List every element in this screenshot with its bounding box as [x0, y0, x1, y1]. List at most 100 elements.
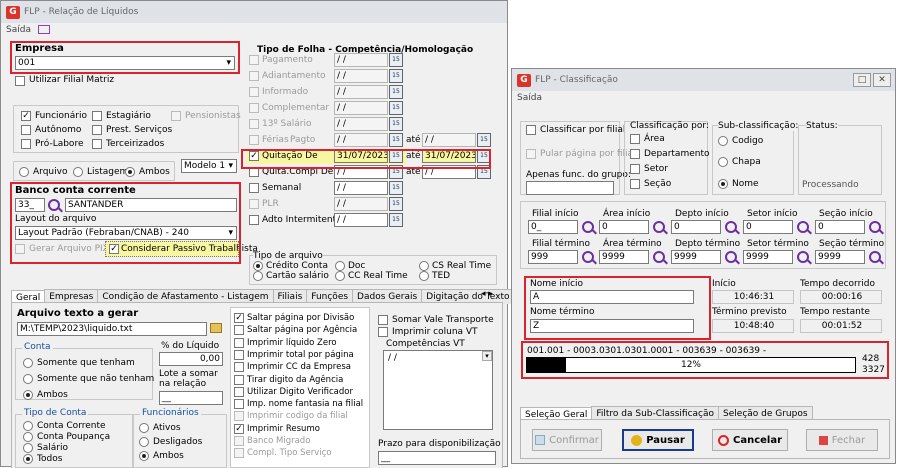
- autonomo-checkbox[interactable]: [21, 125, 31, 135]
- nome-inicio-input[interactable]: A: [530, 290, 694, 304]
- folha-checkbox[interactable]: ✓: [249, 151, 259, 161]
- todos-radio[interactable]: [23, 454, 33, 464]
- range-start-input[interactable]: 0_: [528, 220, 578, 234]
- calendar-icon[interactable]: 15: [389, 213, 403, 227]
- listagem-radio[interactable]: [73, 167, 83, 177]
- maximize-button[interactable]: □: [853, 73, 871, 87]
- range-start-input[interactable]: 0: [743, 220, 793, 234]
- opcao-checkbox[interactable]: [234, 399, 244, 410]
- search-icon[interactable]: [869, 251, 881, 263]
- folder-icon[interactable]: [210, 323, 222, 333]
- search-icon[interactable]: [653, 221, 665, 233]
- modelo-select[interactable]: Modelo 1 ▾: [181, 159, 237, 173]
- opcao-checkbox[interactable]: ✓: [234, 313, 244, 323]
- cs-real-time-radio[interactable]: [419, 261, 429, 271]
- credito-conta-radio[interactable]: [253, 261, 263, 271]
- doc-radio[interactable]: [335, 261, 345, 271]
- calendar-icon[interactable]: 15: [389, 165, 403, 179]
- calendar-icon[interactable]: 15: [389, 197, 403, 211]
- comp-vt-list[interactable]: / /: [383, 350, 493, 430]
- opcao-checkbox[interactable]: [234, 386, 244, 397]
- folha-date-input[interactable]: / /: [334, 165, 388, 179]
- pro-labore-checkbox[interactable]: [21, 139, 31, 149]
- calendar-icon[interactable]: 15: [477, 149, 491, 163]
- range-end-input[interactable]: 9999: [599, 250, 649, 264]
- range-start-input[interactable]: 0: [815, 220, 865, 234]
- folha-checkbox[interactable]: [249, 215, 259, 225]
- estagiario-checkbox[interactable]: [92, 111, 102, 121]
- search-icon[interactable]: [725, 251, 737, 263]
- conta-poupanca-radio[interactable]: [23, 432, 33, 442]
- search-icon[interactable]: [797, 251, 809, 263]
- filial-matriz-checkbox[interactable]: [15, 76, 25, 86]
- folha-checkbox[interactable]: [249, 199, 259, 209]
- arquivo-radio[interactable]: [19, 167, 29, 177]
- cartao-salario-radio[interactable]: [253, 271, 263, 281]
- fechar-button[interactable]: Fechar: [806, 429, 878, 451]
- opcao-checkbox[interactable]: [234, 436, 244, 446]
- arquivo-path-input[interactable]: M:\TEMP\2023\liquido.txt: [17, 322, 207, 336]
- calendar-icon[interactable]: 15: [389, 69, 403, 83]
- terceirizados-checkbox[interactable]: [92, 139, 102, 149]
- opcao-checkbox[interactable]: [234, 411, 244, 422]
- chapa-radio[interactable]: [718, 157, 728, 167]
- opcao-checkbox[interactable]: [234, 337, 244, 348]
- classificar-filial-checkbox[interactable]: [526, 125, 536, 135]
- folha-date-input[interactable]: / /: [334, 69, 388, 83]
- calendar-icon[interactable]: 15: [389, 85, 403, 99]
- range-end-input[interactable]: 9999: [671, 250, 721, 264]
- chat-icon[interactable]: [37, 25, 50, 34]
- close-button[interactable]: ✕: [873, 73, 891, 87]
- range-end-input[interactable]: 9999: [815, 250, 865, 264]
- calendar-icon[interactable]: 15: [389, 53, 403, 67]
- somar-vt-checkbox[interactable]: [378, 315, 388, 325]
- folha-date-input[interactable]: / /: [334, 197, 388, 211]
- search-icon[interactable]: [797, 221, 809, 233]
- nome-termino-input[interactable]: Z: [530, 319, 694, 333]
- codigo-radio[interactable]: [718, 136, 728, 146]
- calendar-icon[interactable]: 15: [477, 165, 491, 179]
- folha-date-input[interactable]: / /: [334, 117, 388, 131]
- search-icon[interactable]: [48, 199, 60, 211]
- folha-checkbox[interactable]: [249, 183, 259, 193]
- salario-radio[interactable]: [23, 443, 33, 453]
- lote-input[interactable]: __: [159, 391, 223, 405]
- search-icon[interactable]: [725, 221, 737, 233]
- folha-checkbox[interactable]: [249, 55, 259, 65]
- main-menu-exit[interactable]: Saída: [6, 25, 50, 35]
- calendar-icon[interactable]: 15: [389, 133, 403, 147]
- folha-date2-input[interactable]: 31/07/2023: [422, 149, 476, 163]
- search-icon[interactable]: [582, 251, 594, 263]
- conta-somente-tenham-radio[interactable]: [23, 358, 33, 368]
- cc-real-time-radio[interactable]: [335, 271, 345, 281]
- pensionistas-checkbox[interactable]: [171, 111, 181, 121]
- search-icon[interactable]: [653, 251, 665, 263]
- folha-date2-input[interactable]: / /: [422, 133, 476, 147]
- setor-checkbox[interactable]: [630, 164, 640, 174]
- folha-date-input[interactable]: / /: [334, 213, 388, 227]
- conta-somente-nao-tenham-radio[interactable]: [23, 374, 33, 384]
- ambos-radio[interactable]: [125, 167, 135, 177]
- passivo-checkbox[interactable]: ✓: [109, 244, 119, 254]
- folha-date-input[interactable]: / /: [334, 101, 388, 115]
- search-icon[interactable]: [869, 221, 881, 233]
- prazo-input[interactable]: __: [378, 451, 496, 465]
- layout-select[interactable]: Layout Padrão (Febraban/CNAB) - 240 ▾: [15, 226, 237, 240]
- comp-vt-scroll[interactable]: ▾: [482, 351, 492, 361]
- calendar-icon[interactable]: 15: [389, 117, 403, 131]
- folha-date-input[interactable]: / /: [334, 53, 388, 67]
- range-end-input[interactable]: 9999: [743, 250, 793, 264]
- imprimir-vt-checkbox[interactable]: [378, 327, 388, 337]
- pausar-button[interactable]: Pausar: [622, 429, 694, 451]
- gerar-pix-checkbox[interactable]: [15, 244, 25, 254]
- pct-liquido-input[interactable]: 0,00: [159, 352, 223, 366]
- cancelar-button[interactable]: Cancelar: [712, 429, 788, 451]
- departamento-checkbox[interactable]: [630, 149, 640, 159]
- opcao-checkbox[interactable]: [234, 349, 244, 360]
- opcao-checkbox[interactable]: [234, 374, 244, 385]
- banco-code-input[interactable]: 33_: [15, 198, 45, 212]
- folha-checkbox[interactable]: [249, 71, 259, 81]
- conta-corrente-radio[interactable]: [23, 421, 33, 431]
- nome-radio[interactable]: [718, 179, 728, 189]
- search-icon[interactable]: [582, 221, 594, 233]
